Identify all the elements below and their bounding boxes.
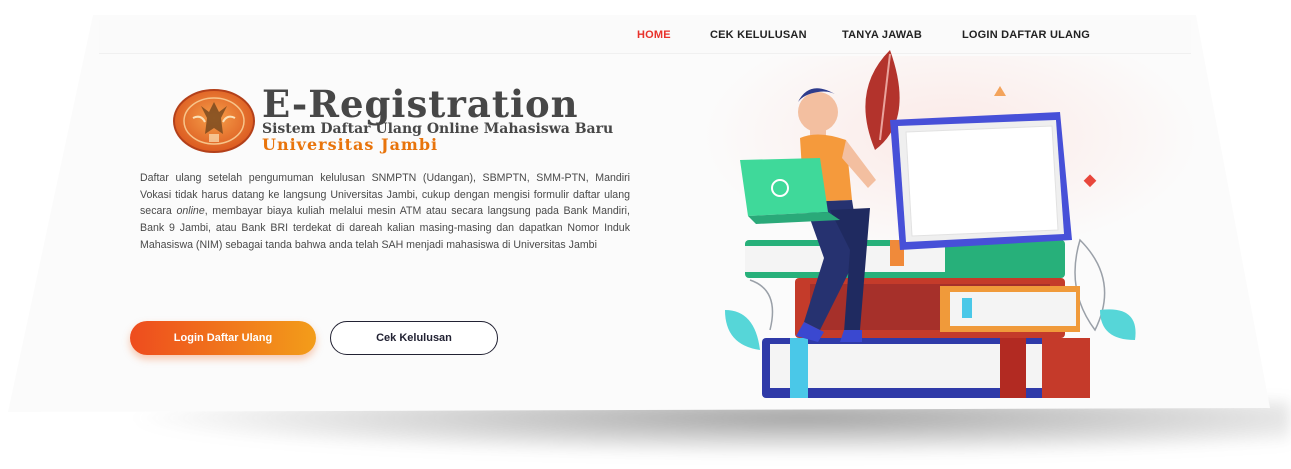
university-logo-icon [173,89,255,153]
description-emphasis: online [176,205,205,218]
description-text-2: , membayar biaya kuliah melalui mesin AT… [140,205,630,251]
hero-description: Daftar ulang setelah pengumuman kelulusa… [140,170,630,254]
login-daftar-ulang-button[interactable]: Login Daftar Ulang [130,321,316,355]
student-on-books-illustration-icon [725,50,1136,398]
nav-home[interactable]: HOME [637,29,671,41]
screenshot-stage: HOME CEK KELULUSAN TANYA JAWAB LOGIN DAF… [0,0,1291,469]
university-name: Universitas Jambi [262,135,439,154]
cek-kelulusan-button[interactable]: Cek Kelulusan [330,321,498,355]
page-title: E-Registration [262,82,579,126]
